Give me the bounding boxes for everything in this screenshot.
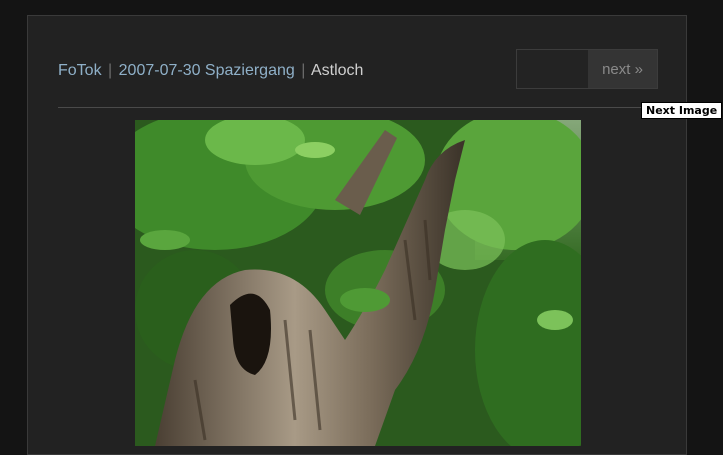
breadcrumb-current-title: Astloch [310,62,364,79]
main-photo[interactable] [135,120,581,446]
breadcrumb-separator: | [108,62,113,79]
breadcrumb-home-link[interactable]: FoTok [58,62,102,79]
tree-photo-image [135,120,581,446]
header-divider [58,107,658,108]
breadcrumb-separator: | [301,62,306,79]
breadcrumb: FoTok | 2007-07-30 Spaziergang | Astloch [58,62,363,80]
image-navigation: next » [516,49,658,89]
next-image-button[interactable]: next » [588,50,657,88]
prev-button-placeholder [517,50,588,88]
breadcrumb-album-link[interactable]: 2007-07-30 Spaziergang [119,62,295,79]
next-image-tooltip: Next Image [641,102,723,119]
